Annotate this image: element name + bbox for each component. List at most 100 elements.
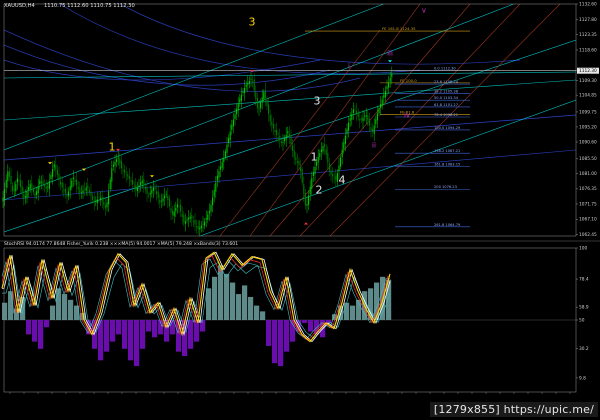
candle-body (114, 162, 116, 166)
candle-body (101, 196, 103, 202)
blue-arc-line (4, 59, 321, 81)
fractal-arrow-icon (304, 222, 308, 225)
wave-label: 2 (316, 183, 323, 196)
candle-body (173, 211, 175, 217)
candle-body (383, 95, 385, 98)
candle-body (205, 218, 207, 220)
candle-body (232, 119, 234, 127)
candle-body (148, 195, 150, 197)
candle-body (340, 157, 342, 167)
candle-body (298, 161, 300, 166)
histogram-bar (74, 305, 80, 320)
price-panel[interactable]: 0.0 1112.30 23.6 1108.24 38.2 1105.38 50.0 … (2, 0, 599, 238)
candle-body (61, 182, 63, 188)
candle-body (116, 159, 118, 162)
candle-body (268, 104, 270, 115)
candle-body (391, 73, 393, 78)
candle-body (356, 110, 358, 114)
candle-body (328, 163, 330, 171)
candle-body (319, 153, 321, 157)
fib-level-label: 161.8 1083.15 (434, 162, 460, 166)
histogram-bar (44, 320, 50, 328)
candle-body (181, 213, 183, 217)
candle-body (95, 201, 97, 202)
histogram-bar (236, 294, 242, 320)
candle-body (309, 186, 311, 195)
candle-body (248, 81, 250, 84)
candle-body (184, 221, 186, 224)
candle-body (15, 184, 17, 192)
candle-body (197, 226, 199, 230)
histogram-bar (128, 320, 134, 361)
histogram-bar (284, 320, 290, 352)
candle-body (348, 122, 350, 131)
fractal-arrow-icon (150, 175, 154, 178)
candles-group (2, 66, 393, 237)
candle-body (74, 179, 76, 182)
candle-body (151, 190, 153, 194)
candle-body (255, 92, 257, 100)
candle-body (194, 219, 196, 225)
candle-body (180, 204, 182, 212)
candle-body (341, 149, 343, 157)
oscillator-panel[interactable]: 100 78.4 58.9 50 30.2 9.8 (1, 245, 589, 381)
blue-trend-line (4, 149, 576, 201)
histogram-bar (2, 302, 8, 320)
histogram-bar (260, 311, 266, 320)
candle-body (82, 190, 84, 193)
candle-body (306, 204, 308, 206)
candle-body (141, 180, 143, 184)
candle-body (144, 186, 146, 190)
candle-body (354, 109, 356, 111)
ohlc-label: 1110.75 1112.60 1110.75 1112.30 (44, 3, 135, 9)
candle-body (293, 150, 295, 158)
candle-body (186, 219, 188, 221)
candle-body (172, 210, 174, 215)
wave-label: 4 (339, 173, 346, 186)
histogram-bar (68, 299, 74, 320)
wave-label: 3 (249, 16, 256, 29)
candle-body (277, 137, 279, 138)
candle-body (308, 195, 310, 205)
candle-body (71, 180, 73, 188)
histogram-bar (8, 291, 14, 320)
histogram-bar (194, 320, 200, 342)
candle-body (53, 164, 55, 168)
osc-tick-label: 58.9 (579, 305, 589, 311)
candle-body (47, 186, 49, 188)
blue-arc-line (4, 29, 361, 92)
candle-body (143, 179, 145, 186)
candle-body (346, 128, 348, 135)
candle-body (290, 135, 292, 144)
candle-body (92, 196, 94, 200)
candle-body (247, 82, 249, 85)
candle-body (28, 187, 30, 190)
blue-arc-line (119, 4, 521, 65)
wave-label: i (348, 62, 350, 70)
histogram-bar (92, 320, 98, 349)
candle-body (375, 119, 377, 125)
candle-body (85, 187, 87, 191)
candle-body (351, 113, 353, 120)
candle-body (128, 176, 130, 180)
candle-body (365, 115, 367, 117)
candle-body (124, 169, 126, 174)
blue-trend-line (4, 114, 576, 161)
fib-level-label: 138.2 1087.21 (434, 149, 460, 153)
candle-body (256, 97, 258, 108)
candle-body (333, 177, 335, 179)
histogram-bar (368, 288, 374, 320)
candle-body (178, 205, 180, 207)
price-tick-label: 1118.60 (579, 47, 597, 53)
candle-body (159, 200, 161, 203)
red-fan-line (219, 29, 381, 236)
candle-body (34, 193, 36, 197)
candle-body (231, 125, 233, 130)
wave-label: iii (387, 49, 393, 57)
candle-body (322, 146, 324, 152)
price-panel-border (3, 3, 577, 237)
candle-body (136, 187, 138, 192)
candle-body (212, 197, 214, 206)
candle-body (303, 184, 305, 195)
price-tick-label: 1081.00 (579, 171, 597, 177)
